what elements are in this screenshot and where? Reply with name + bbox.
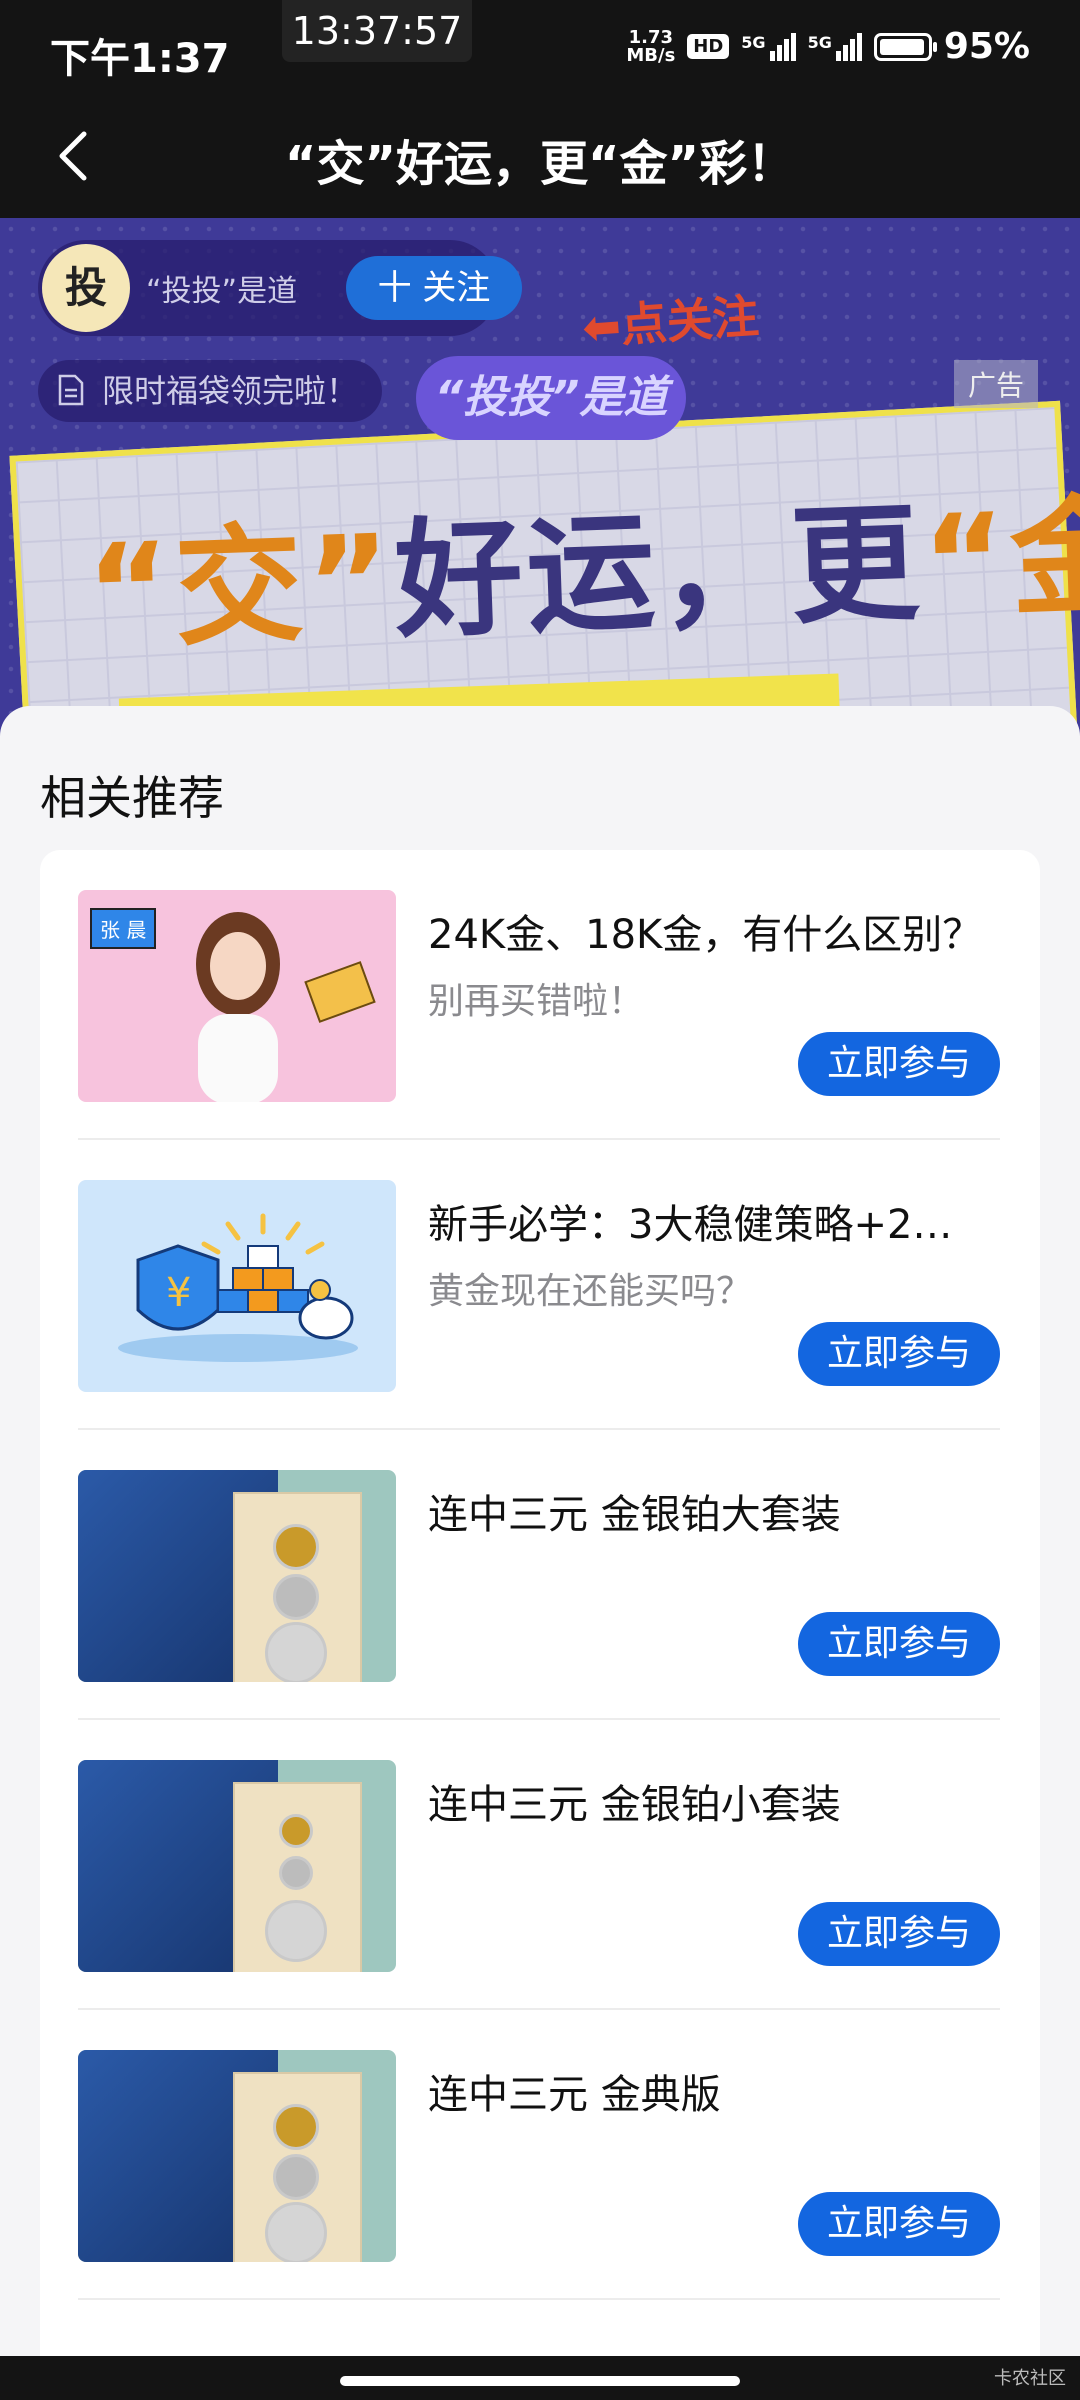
presenter-image bbox=[196, 912, 280, 1102]
silver-coin-icon bbox=[279, 1856, 313, 1890]
item-subtitle: 黄金现在还能买吗？ bbox=[428, 1271, 753, 1312]
silver-coin-icon bbox=[273, 1574, 319, 1620]
author-pill: 投 “投投”是道 十 关注 bbox=[38, 240, 522, 336]
gold-coin-icon bbox=[273, 1524, 319, 1570]
headline-part-1: “交” bbox=[84, 507, 398, 668]
silver-coin-icon bbox=[273, 2154, 319, 2200]
brand-tag: “投投”是道 bbox=[416, 356, 686, 440]
arrow-left-icon: ⬅ bbox=[580, 298, 623, 356]
silver-coin-icon bbox=[265, 2202, 327, 2262]
gold-coin-icon bbox=[279, 1814, 313, 1848]
network-speed-unit: MB/s bbox=[626, 44, 676, 66]
network-speed: 1.73 MB/s bbox=[626, 26, 676, 66]
join-button[interactable]: 立即参与 bbox=[798, 2192, 1000, 2256]
ad-label: 广告 bbox=[953, 360, 1038, 408]
list-item[interactable]: 张 晨 24K金、18K金，有什么区别？ 别再买错啦！ 立即参与 bbox=[40, 850, 1040, 1140]
join-button[interactable]: 立即参与 bbox=[798, 1032, 1000, 1096]
item-thumbnail bbox=[78, 1470, 396, 1682]
network-type-sim1: 5G bbox=[741, 32, 766, 52]
document-icon bbox=[58, 374, 84, 406]
coin-card-image bbox=[233, 2072, 362, 2262]
giftbag-pill[interactable]: 限时福袋领完啦！ bbox=[38, 360, 383, 422]
follow-hint-text: 点关注 bbox=[618, 288, 761, 353]
list-item[interactable]: 连中三元 金银铂小套装 立即参与 bbox=[40, 1720, 1040, 2010]
gesture-bar: 卡农社区 bbox=[0, 2356, 1080, 2400]
nav-bar: “交”好运，更“金”彩！ bbox=[0, 96, 1080, 218]
watermark: 卡农社区 bbox=[994, 2368, 1066, 2389]
author-name[interactable]: “投投”是道 bbox=[146, 266, 297, 310]
recommend-sheet: 相关推荐 张 晨 24K金、18K金，有什么区别？ 别再买错啦！ 立即参与 ¥ … bbox=[0, 706, 1080, 2400]
status-clock: 13:37:57 bbox=[282, 0, 472, 62]
follow-button[interactable]: 十 关注 bbox=[346, 256, 522, 320]
platinum-coin-icon bbox=[265, 1622, 327, 1682]
item-title: 24K金、18K金，有什么区别？ bbox=[428, 912, 983, 958]
join-button[interactable]: 立即参与 bbox=[798, 1322, 1000, 1386]
giftbag-text: 限时福袋领完啦！ bbox=[102, 372, 359, 410]
battery-level bbox=[879, 38, 925, 55]
status-bar: 下午1:37 13:37:57 1.73 MB/s HD 5G 5G 95% bbox=[0, 0, 1080, 96]
item-title: 连中三元 金银铂大套装 bbox=[428, 1492, 841, 1538]
list-item[interactable]: ¥ 新手必学：3大稳健策略+2… 黄金现在还能买吗？ 立即参与 bbox=[40, 1140, 1040, 1430]
home-indicator[interactable] bbox=[340, 2376, 740, 2386]
presenter-badge: 张 晨 bbox=[90, 908, 157, 949]
list-item[interactable]: 连中三元 金典版 立即参与 bbox=[40, 2010, 1040, 2300]
headline-part-2: 好运，更 bbox=[392, 489, 926, 657]
hd-voice-icon: HD bbox=[687, 34, 730, 59]
section-title: 相关推荐 bbox=[40, 771, 224, 825]
headline-part-3: “金” bbox=[919, 478, 1080, 639]
battery-percent: 95% bbox=[943, 26, 1030, 67]
item-title: 连中三元 金典版 bbox=[428, 2072, 721, 2118]
join-button[interactable]: 立即参与 bbox=[798, 1612, 1000, 1676]
status-icons: 1.73 MB/s HD 5G 5G 95% bbox=[626, 26, 1030, 67]
recommend-list: 张 晨 24K金、18K金，有什么区别？ 别再买错啦！ 立即参与 ¥ 新手必学：… bbox=[40, 850, 1040, 2400]
coin-card-image bbox=[233, 1782, 362, 1972]
network-speed-value: 1.73 bbox=[628, 26, 674, 48]
status-time: 下午1:37 bbox=[50, 36, 230, 82]
network-type-sim2: 5G bbox=[807, 32, 832, 52]
item-thumbnail: 张 晨 bbox=[78, 890, 396, 1102]
item-thumbnail: ¥ bbox=[78, 1180, 396, 1392]
screen: { "status_bar": { "time": "下午1:37", "clo… bbox=[0, 0, 1080, 2400]
gold-bar-icon bbox=[304, 961, 376, 1023]
avatar[interactable]: 投 bbox=[42, 244, 130, 332]
promo-banner[interactable]: 投 “投投”是道 十 关注 ⬅点关注 限时福袋领完啦！ “投投”是道 广告 “交… bbox=[0, 218, 1080, 738]
signal-icon-sim1: 5G bbox=[741, 32, 796, 61]
item-thumbnail bbox=[78, 1760, 396, 1972]
item-title: 连中三元 金银铂小套装 bbox=[428, 1782, 841, 1828]
item-title: 新手必学：3大稳健策略+2… bbox=[428, 1202, 953, 1248]
coin-card-image bbox=[233, 1492, 362, 1682]
gold-strategy-image: ¥ bbox=[118, 1213, 358, 1362]
list-item[interactable]: 连中三元 金银铂大套装 立即参与 bbox=[40, 1430, 1040, 1720]
signal-icon-sim2: 5G bbox=[807, 32, 862, 61]
svg-text:¥: ¥ bbox=[166, 1270, 191, 1316]
battery-icon bbox=[873, 32, 937, 61]
join-button[interactable]: 立即参与 bbox=[798, 1902, 1000, 1966]
item-subtitle: 别再买错啦！ bbox=[428, 981, 645, 1022]
platinum-coin-icon bbox=[265, 1900, 327, 1962]
divider bbox=[78, 2298, 1000, 2300]
item-thumbnail bbox=[78, 2050, 396, 2262]
gold-coin-icon bbox=[273, 2104, 319, 2150]
follow-hint: ⬅点关注 bbox=[580, 280, 761, 358]
page-title: “交”好运，更“金”彩！ bbox=[284, 136, 796, 192]
